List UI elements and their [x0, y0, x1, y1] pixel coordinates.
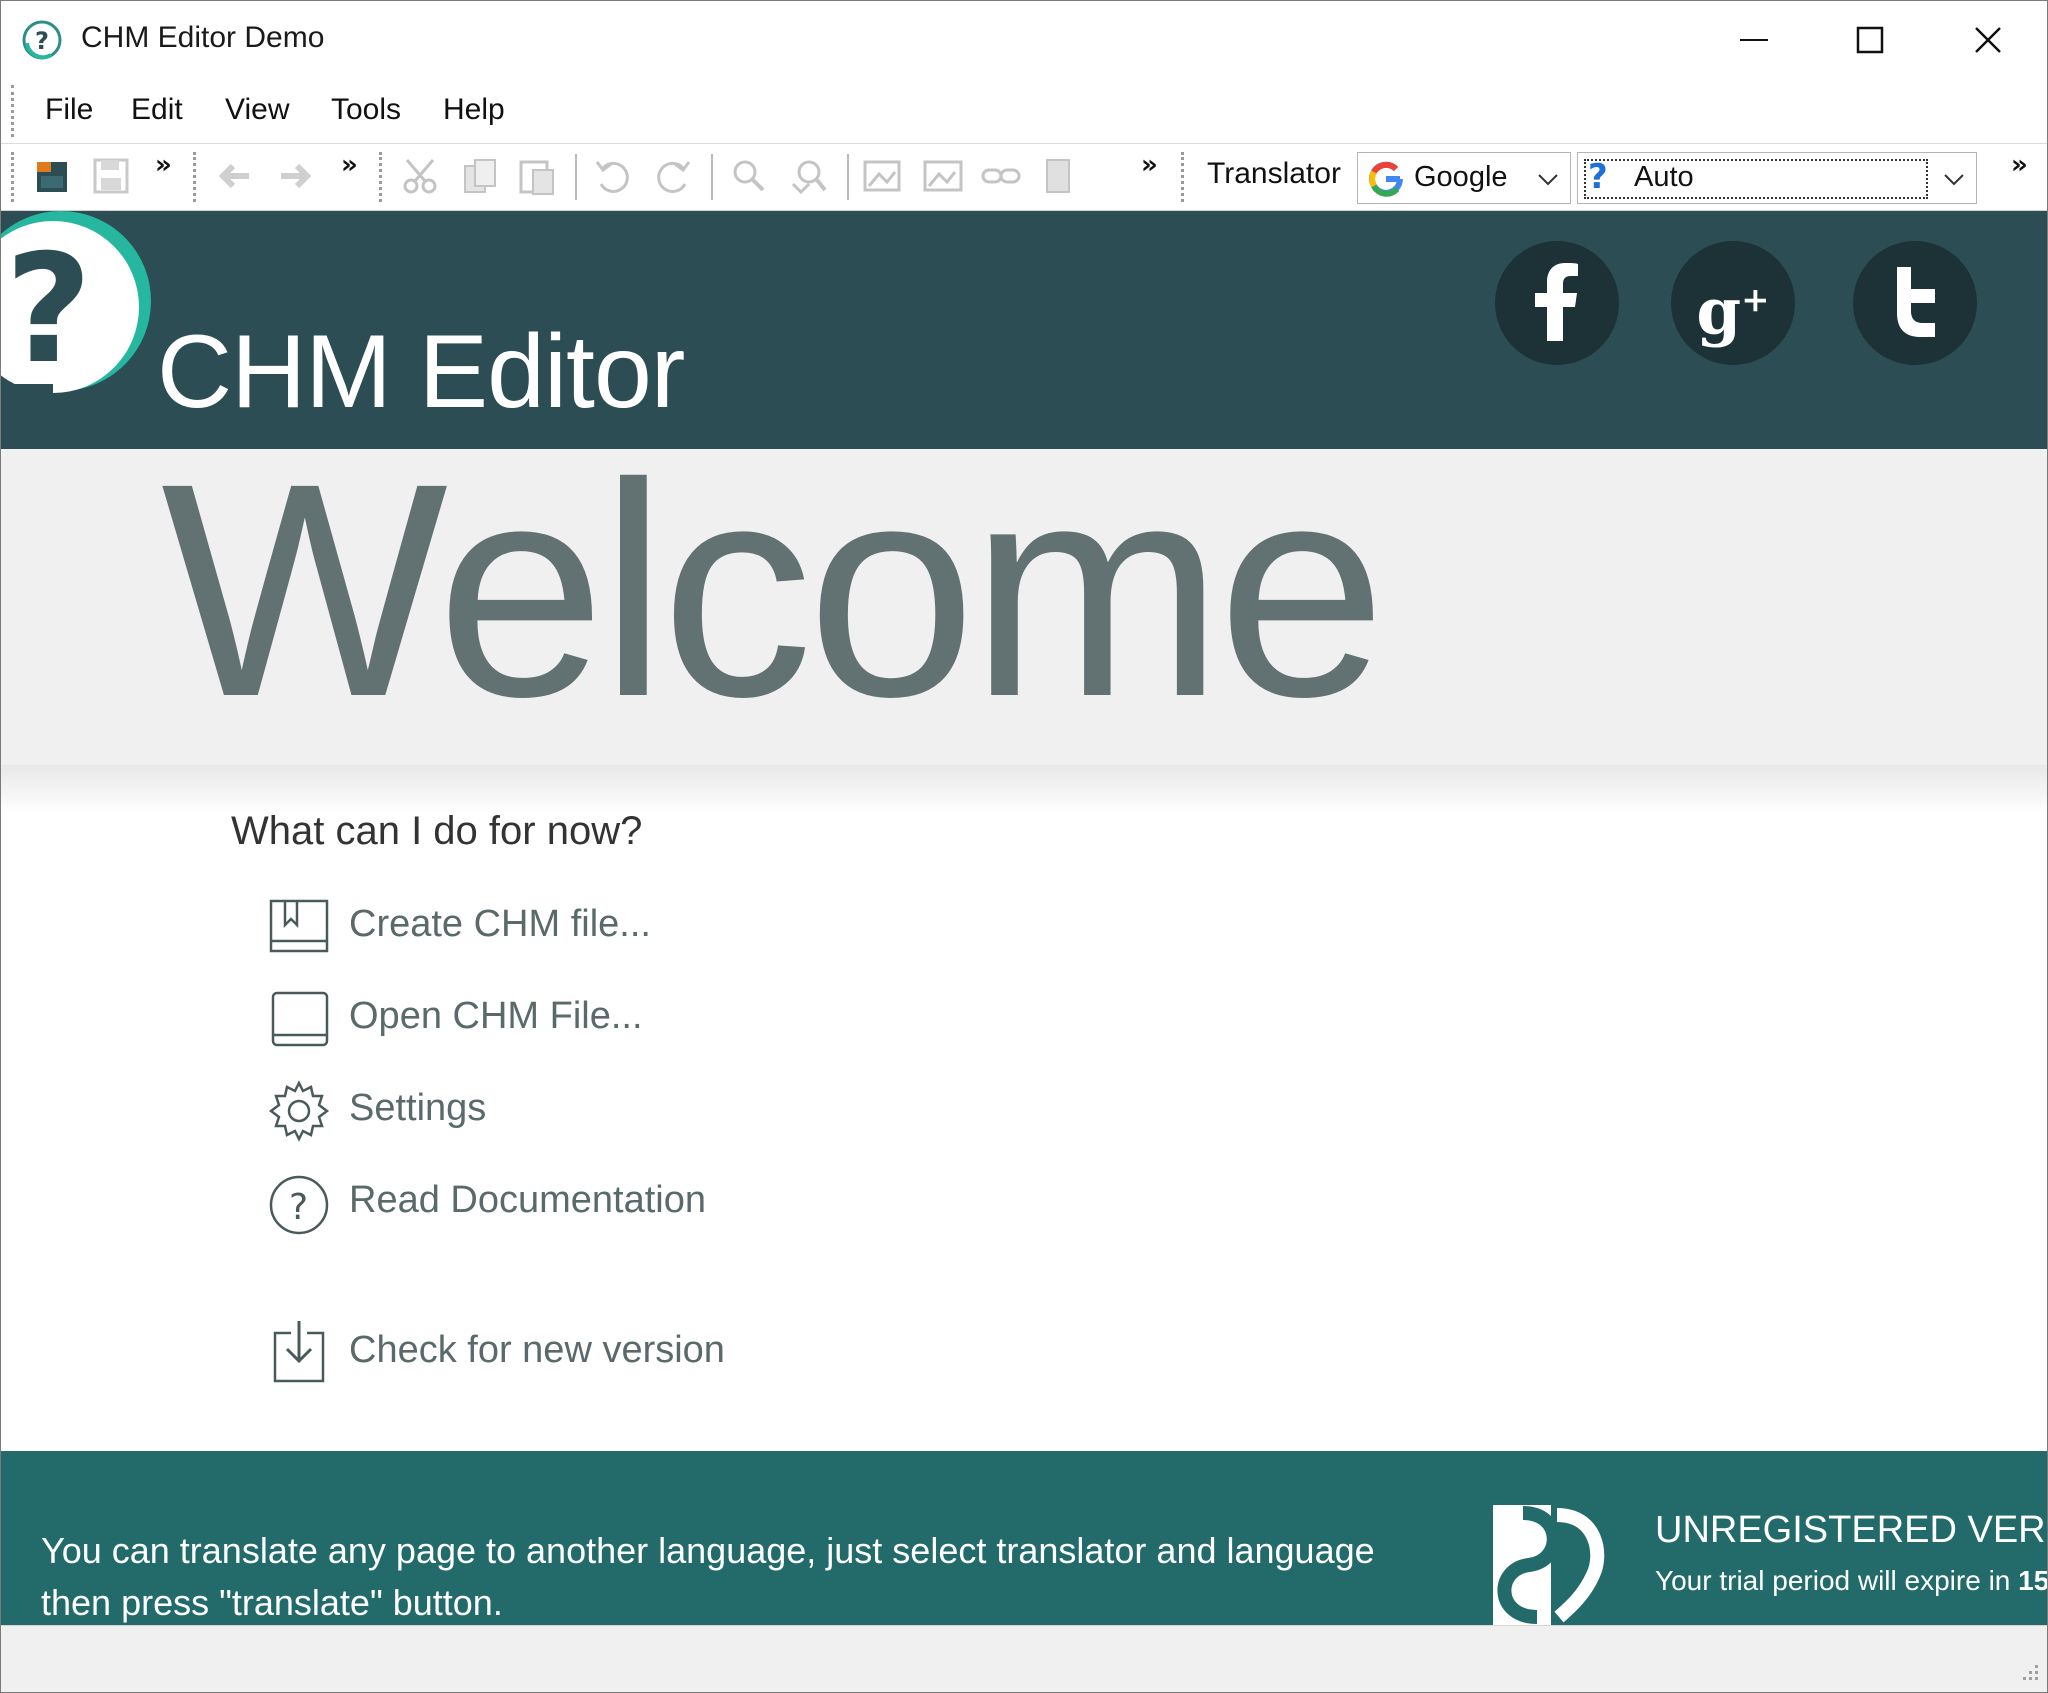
maximize-icon: [1856, 26, 1884, 54]
chevron-down-icon: [1942, 167, 1966, 195]
twitter-icon: [1853, 241, 1977, 365]
check-version-link[interactable]: Check for new version: [267, 1321, 967, 1385]
footer-banner: You can translate any page to another la…: [1, 1451, 2047, 1625]
image-icon[interactable]: [921, 154, 965, 198]
toolbar-separator: [847, 154, 849, 200]
status-bar: [1, 1625, 2047, 1692]
language-select[interactable]: ? Auto: [1577, 152, 1977, 204]
unregistered-title: UNREGISTERED VERSIO: [1655, 1509, 2047, 1551]
paste-icon[interactable]: [515, 154, 559, 198]
trial-text: Your trial period will expire in: [1655, 1565, 2011, 1596]
app-name-heading: CHM Editor: [157, 314, 685, 430]
translator-grip[interactable]: [1181, 152, 1188, 202]
facebook-button[interactable]: [1495, 241, 1619, 365]
resize-grip-icon[interactable]: [2017, 1659, 2041, 1687]
actions-prompt: What can I do for now?: [231, 809, 643, 853]
create-chm-link[interactable]: Create CHM file...: [267, 895, 967, 959]
menu-file[interactable]: File: [45, 93, 93, 127]
back-icon[interactable]: [213, 154, 257, 198]
undo-icon[interactable]: [591, 154, 635, 198]
toolbar-overflow-2[interactable]: »: [341, 150, 358, 180]
svg-text:?: ?: [5, 223, 92, 397]
welcome-section: Welcome: [1, 439, 2047, 765]
toolbar-grip-3[interactable]: [379, 152, 386, 202]
read-documentation-link[interactable]: ? Read Documentation: [267, 1171, 967, 1235]
help-circle-icon: ?: [267, 1171, 331, 1235]
close-icon: [1975, 27, 2001, 53]
menu-help[interactable]: Help: [443, 93, 505, 127]
minimize-icon: [1740, 39, 1768, 41]
title-bar: ? CHM Editor Demo: [1, 1, 2047, 79]
toolbar-overflow-4[interactable]: »: [2011, 150, 2028, 180]
close-button[interactable]: [1929, 1, 2047, 79]
google-plus-icon: g+: [1696, 274, 1770, 350]
menu-bar: File Edit View Tools Help: [1, 79, 2047, 144]
app-window: ? CHM Editor Demo File Edit View Tools H…: [0, 0, 2048, 1693]
open-chm-link[interactable]: Open CHM File...: [267, 987, 967, 1051]
window-title: CHM Editor Demo: [81, 21, 325, 54]
vendor-logo-icon: [1493, 1505, 1615, 1625]
trial-notice: Your trial period will expire in 15: [1655, 1565, 2048, 1597]
toolbar-overflow-1[interactable]: »: [155, 150, 172, 180]
link-icon[interactable]: [979, 154, 1023, 198]
google-plus-button[interactable]: g+: [1671, 241, 1795, 365]
app-icon: ?: [21, 19, 63, 61]
question-icon: ?: [1588, 157, 1608, 197]
settings-label: Settings: [349, 1087, 487, 1129]
check-version-label: Check for new version: [349, 1329, 725, 1371]
translator-engine-select[interactable]: Google: [1357, 152, 1571, 204]
language-value: Auto: [1634, 161, 1694, 193]
toolbar-overflow-3[interactable]: »: [1141, 150, 1158, 180]
translate-tip: You can translate any page to another la…: [41, 1530, 1375, 1623]
welcome-heading: Welcome: [161, 421, 1386, 760]
menu-grip[interactable]: [11, 85, 18, 137]
bookmark-icon[interactable]: [1037, 154, 1081, 198]
svg-text:?: ?: [289, 1187, 308, 1228]
translator-label: Translator: [1207, 157, 1341, 190]
new-chm-icon[interactable]: [31, 154, 75, 198]
menu-view[interactable]: View: [225, 93, 289, 127]
svg-text:?: ?: [35, 27, 49, 55]
minimize-button[interactable]: [1695, 1, 1813, 79]
save-icon[interactable]: [89, 154, 133, 198]
welcome-shadow: [1, 765, 2047, 815]
gear-icon: [267, 1079, 331, 1143]
toolbar-separator: [575, 154, 577, 200]
toolbar-grip[interactable]: [11, 152, 18, 202]
app-logo-icon: ?: [1, 211, 161, 411]
open-chm-label: Open CHM File...: [349, 995, 643, 1037]
toolbar: » » » Translator Google ? Auto »: [1, 144, 2047, 211]
maximize-button[interactable]: [1811, 1, 1929, 79]
menu-edit[interactable]: Edit: [131, 93, 183, 127]
insert-image-icon[interactable]: [861, 154, 905, 198]
book-new-icon: [267, 895, 331, 959]
translator-engine-value: Google: [1414, 161, 1508, 193]
forward-icon[interactable]: [273, 154, 317, 198]
download-icon: [267, 1321, 331, 1385]
cut-icon[interactable]: [399, 154, 443, 198]
find-icon[interactable]: [727, 154, 771, 198]
twitter-button[interactable]: [1853, 241, 1977, 365]
chevron-down-icon: [1536, 167, 1560, 195]
header-banner: ? CHM Editor g+: [1, 211, 2047, 449]
menu-tools[interactable]: Tools: [331, 93, 401, 127]
toolbar-grip-2[interactable]: [193, 152, 200, 202]
read-documentation-label: Read Documentation: [349, 1179, 706, 1221]
create-chm-label: Create CHM file...: [349, 903, 651, 945]
settings-link[interactable]: Settings: [267, 1079, 967, 1143]
facebook-icon: [1495, 241, 1619, 365]
google-icon: [1366, 159, 1406, 203]
trial-days: 15: [2018, 1565, 2048, 1596]
book-open-icon: [267, 987, 331, 1051]
redo-icon[interactable]: [651, 154, 695, 198]
find-replace-icon[interactable]: [787, 154, 831, 198]
toolbar-separator: [711, 154, 713, 200]
copy-icon[interactable]: [457, 154, 501, 198]
